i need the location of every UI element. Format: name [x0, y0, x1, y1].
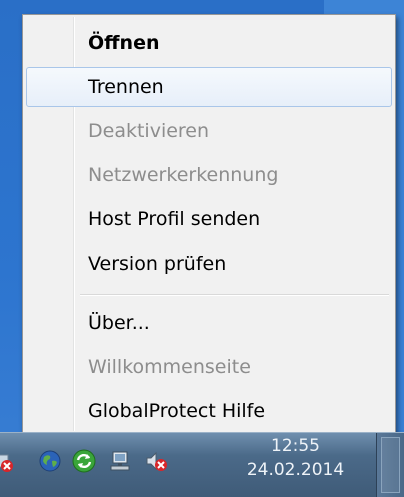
globalprotect-context-menu: Öffnen Trennen Deaktivieren Netzwerkerke… [22, 14, 396, 434]
menu-item-disconnect[interactable]: Trennen [26, 67, 392, 107]
menu-item-label: Version prüfen [88, 253, 227, 275]
menu-item-label: GlobalProtect Hilfe [88, 400, 266, 422]
desktop-background: Öffnen Trennen Deaktivieren Netzwerkerke… [0, 0, 404, 497]
clock-time: 12:55 [271, 436, 320, 456]
sync-icon[interactable] [72, 449, 96, 473]
menu-item-help[interactable]: GlobalProtect Hilfe [26, 391, 392, 431]
menu-item-welcome-page: Willkommenseite [26, 347, 392, 387]
menu-item-label: Über... [88, 312, 150, 334]
menu-item-about[interactable]: Über... [26, 303, 392, 343]
menu-item-label: Öffnen [88, 32, 160, 54]
menu-item-label: Trennen [88, 76, 164, 98]
show-desktop-button[interactable] [376, 433, 404, 497]
network-monitor-icon[interactable] [108, 449, 132, 473]
show-desktop-frame [381, 437, 400, 493]
menu-item-disable: Deaktivieren [26, 111, 392, 151]
taskbar-clock[interactable]: 12:55 24.02.2014 [228, 435, 363, 493]
menu-item-label: Deaktivieren [88, 120, 210, 142]
menu-separator [80, 294, 389, 296]
menu-item-label: Netzwerkerkennung [88, 164, 279, 186]
taskbar: 12:55 24.02.2014 [0, 432, 404, 497]
menu-item-label: Willkommenseite [88, 356, 251, 378]
menu-item-label: Host Profil senden [88, 208, 261, 230]
globalprotect-globe-icon[interactable] [38, 449, 62, 473]
clock-date: 24.02.2014 [246, 460, 345, 480]
menu-item-check-version[interactable]: Version prüfen [26, 244, 392, 284]
network-error-icon[interactable] [0, 449, 14, 473]
speaker-muted-icon[interactable] [144, 449, 168, 473]
menu-item-open[interactable]: Öffnen [26, 23, 392, 63]
menu-item-network-discovery: Netzwerkerkennung [26, 155, 392, 195]
menu-item-send-host-profile[interactable]: Host Profil senden [26, 199, 392, 239]
